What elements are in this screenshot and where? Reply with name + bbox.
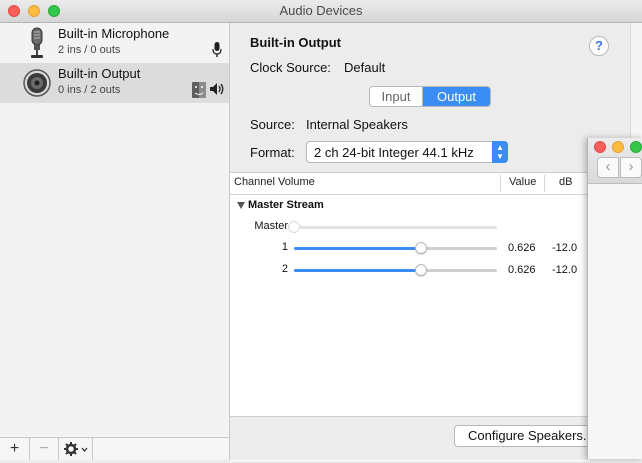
column-header-db[interactable]: dB: [559, 176, 572, 188]
tab-input[interactable]: Input: [370, 87, 423, 106]
clock-source-value[interactable]: Default: [344, 60, 385, 75]
title-bar: Audio Devices: [0, 0, 642, 23]
tab-output[interactable]: Output: [423, 87, 490, 106]
updown-arrows-icon: ▲ ▼: [492, 141, 508, 163]
device-heading: Built-in Output: [250, 35, 341, 50]
clock-source-label: Clock Source:: [250, 60, 331, 75]
sidebar-toolbar: + −: [0, 437, 230, 460]
add-device-button[interactable]: +: [0, 438, 30, 460]
format-value: 2 ch 24-bit Integer 44.1 kHz: [314, 145, 474, 160]
volume-slider-fill: [294, 247, 422, 250]
volume-slider-fill: [294, 269, 422, 272]
column-divider: [544, 175, 545, 192]
channel-value: 0.626: [508, 264, 536, 276]
zoom-button[interactable]: [630, 141, 642, 153]
format-label: Format:: [250, 145, 295, 160]
chevron-down-icon: [81, 447, 87, 453]
device-detail-panel: Built-in Output ? Clock Source: Default …: [230, 23, 609, 461]
gear-icon: [63, 442, 87, 456]
window-title: Audio Devices: [279, 3, 363, 18]
close-button[interactable]: [594, 141, 606, 153]
forward-button[interactable]: ›: [620, 157, 642, 178]
format-select[interactable]: 2 ch 24-bit Integer 44.1 kHz ▲ ▼: [306, 141, 508, 163]
device-list: Built-in Microphone 2 ins / 0 outs Built…: [0, 23, 230, 437]
column-header-channel-volume[interactable]: Channel Volume: [234, 176, 315, 188]
help-button[interactable]: ?: [589, 36, 609, 56]
panel-footer: Configure Speakers...: [230, 416, 590, 460]
table-header: Channel Volume Value dB: [230, 173, 590, 195]
channel-label: Master: [254, 220, 288, 232]
device-item-microphone[interactable]: Built-in Microphone 2 ins / 0 outs: [0, 23, 229, 63]
background-window[interactable]: ‹ ›: [587, 138, 642, 459]
channel-db: -12.0: [552, 242, 578, 254]
device-name: Built-in Microphone: [58, 26, 170, 41]
stream-name: Master Stream: [248, 199, 324, 211]
background-window-content: [588, 184, 642, 459]
device-item-output[interactable]: Built-in Output 0 ins / 2 outs: [0, 63, 229, 103]
speaker-icon: [23, 69, 51, 97]
volume-icon: [210, 83, 224, 95]
volume-slider-knob[interactable]: [415, 264, 428, 276]
column-header-value[interactable]: Value: [509, 176, 536, 188]
device-name: Built-in Output: [58, 66, 141, 81]
remove-device-button[interactable]: −: [30, 438, 59, 460]
source-label: Source:: [250, 117, 295, 132]
action-menu-button[interactable]: [59, 438, 93, 460]
device-io-count: 0 ins / 2 outs: [58, 84, 121, 96]
background-window-toolbar: ‹ ›: [588, 138, 642, 184]
microphone-icon: [31, 27, 43, 58]
channel-db: -12.0: [552, 264, 578, 276]
volume-slider-track: [294, 269, 497, 272]
minimize-button[interactable]: [612, 141, 624, 153]
device-io-count: 2 ins / 0 outs: [58, 44, 121, 56]
mic-status-icon: [212, 42, 222, 57]
disclosure-triangle-icon[interactable]: [237, 202, 245, 209]
source-value: Internal Speakers: [306, 117, 408, 132]
chevron-right-icon: ›: [628, 158, 634, 175]
volume-slider-knob[interactable]: [415, 242, 428, 254]
column-divider: [500, 175, 501, 192]
chevron-left-icon: ‹: [605, 158, 611, 175]
finder-icon: [192, 82, 206, 98]
io-segmented-control: Input Output: [369, 86, 491, 107]
configure-speakers-button[interactable]: Configure Speakers...: [454, 425, 590, 447]
channel-label: 1: [281, 241, 288, 253]
volume-slider-knob[interactable]: [288, 221, 300, 233]
channel-value: 0.626: [508, 242, 536, 254]
volume-slider-track: [294, 226, 497, 229]
back-button[interactable]: ‹: [597, 157, 619, 178]
volume-slider-track: [294, 247, 497, 250]
channel-label: 2: [281, 263, 288, 275]
